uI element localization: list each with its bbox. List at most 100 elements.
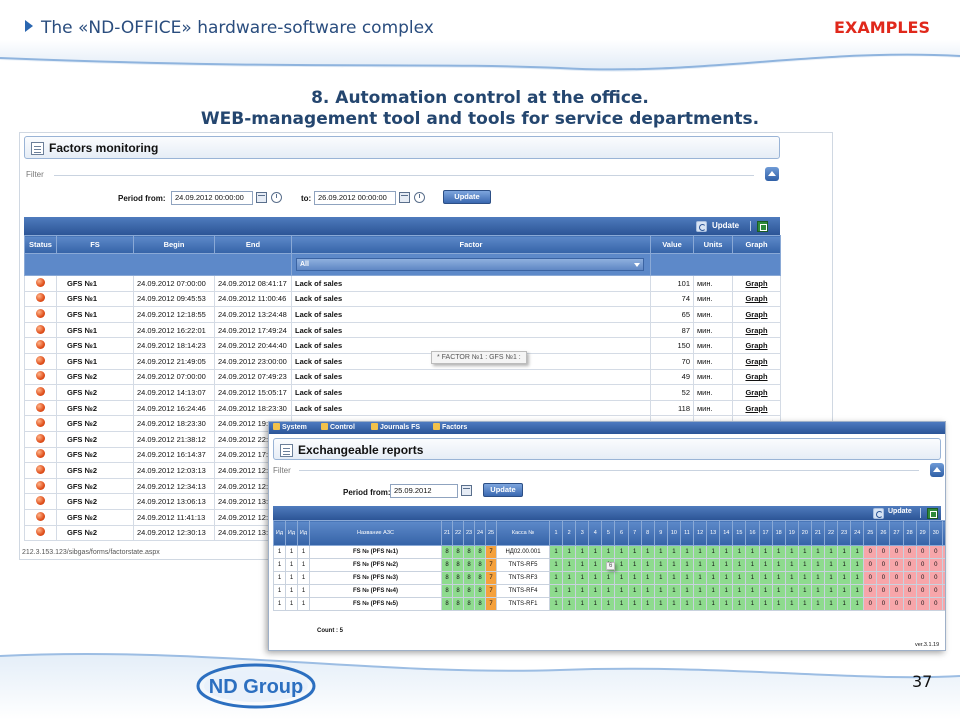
col-header-day[interactable]: 13 (706, 520, 721, 546)
col-header-kassa[interactable]: Касса № (496, 520, 550, 546)
clock-icon[interactable] (271, 192, 282, 203)
menu-system[interactable]: System (273, 423, 307, 431)
col-header-day[interactable]: 29 (915, 520, 930, 546)
col-header-day[interactable]: 25 (863, 520, 878, 546)
col-header-day[interactable]: 27 (889, 520, 904, 546)
calendar-icon[interactable] (399, 192, 410, 203)
col-header-day[interactable]: 24 (850, 520, 865, 546)
update-button[interactable]: Update (483, 483, 523, 497)
day-cell: 0 (889, 584, 904, 598)
calendar-icon[interactable] (256, 192, 267, 203)
calendar-icon[interactable] (461, 485, 472, 496)
col-end[interactable]: End (214, 235, 292, 254)
graph-cell[interactable]: Graph (732, 337, 781, 354)
table-row[interactable]: GFS №2 24.09.2012 16:24:46 24.09.2012 18:2… (24, 399, 781, 417)
col-header-left[interactable]: Ид (297, 520, 310, 546)
graph-cell[interactable]: Graph (732, 321, 781, 339)
graph-cell[interactable]: Graph (732, 275, 781, 292)
col-header-day[interactable]: 1 (548, 520, 564, 546)
col-status[interactable]: Status (24, 235, 57, 254)
col-header-mid[interactable]: 23 (463, 520, 475, 546)
table-row[interactable]: GFS №1 24.09.2012 09:45:53 24.09.2012 11:0… (24, 290, 781, 308)
col-factor[interactable]: Factor (291, 235, 651, 254)
period-from-input[interactable]: 24.09.2012 00:00:00 (171, 191, 253, 205)
menu-journals[interactable]: Journals FS (371, 423, 420, 431)
update-button[interactable]: Update (443, 190, 491, 204)
col-header-mid[interactable]: 24 (474, 520, 486, 546)
col-header-day[interactable]: 3 (575, 520, 590, 546)
col-header-day[interactable]: 14 (719, 520, 734, 546)
col-header-day[interactable]: 6 (614, 520, 629, 546)
col-header-day[interactable]: 12 (693, 520, 708, 546)
table-row[interactable]: GFS №1 24.09.2012 07:00:00 24.09.2012 08:4… (24, 275, 781, 292)
col-header-day[interactable]: 4 (588, 520, 603, 546)
col-begin[interactable]: Begin (133, 235, 215, 254)
col-header-day[interactable]: 8 (640, 520, 655, 546)
clock-icon[interactable] (414, 192, 425, 203)
col-header-left[interactable]: Название АЗС (309, 520, 442, 546)
excel-export-icon[interactable] (927, 508, 938, 519)
col-header-left[interactable]: Ид (285, 520, 298, 546)
table-row[interactable]: GFS №1 24.09.2012 21:49:05 24.09.2012 23:0… (24, 352, 781, 370)
toolbar-update-button[interactable]: Update (712, 221, 739, 230)
col-header-day[interactable]: 7 (627, 520, 642, 546)
col-value[interactable]: Value (650, 235, 694, 254)
table-row[interactable]: GFS №1 24.09.2012 12:18:55 24.09.2012 13:2… (24, 306, 781, 323)
col-graph[interactable]: Graph (732, 235, 781, 254)
col-header-day[interactable]: 20 (797, 520, 812, 546)
table-row[interactable]: 1 1 1 FS № (PFS №4) 8 8 8 8 7 TNTS-RF4 1 1 1 1 1 1 1 1 1 1 1… (273, 584, 945, 598)
period-to-input[interactable]: 26.09.2012 00:00:00 (314, 191, 396, 205)
col-header-day[interactable]: 19 (784, 520, 799, 546)
day-cell: 1 (588, 584, 603, 598)
collapse-filter-button[interactable] (930, 463, 944, 477)
excel-export-icon[interactable] (757, 221, 768, 232)
menu-control[interactable]: Control (321, 423, 355, 431)
table-row[interactable]: 1 1 1 FS № (PFS №5) 8 8 8 8 7 TNTS-RF1 1 1 1 1 1 1 1 1 1 1 1… (273, 597, 945, 611)
col-header-mid[interactable]: 21 (441, 520, 453, 546)
col-header-day[interactable]: 11 (679, 520, 695, 546)
col-header-day[interactable]: 2 (562, 520, 577, 546)
table-row[interactable]: GFS №2 24.09.2012 07:00:00 24.09.2012 07:4… (24, 368, 781, 386)
graph-cell[interactable]: Graph (732, 399, 781, 417)
graph-cell[interactable]: Graph (732, 306, 781, 323)
col-header-day[interactable]: 10 (666, 520, 681, 546)
mid-cell: 8 (452, 571, 464, 585)
col-header-day[interactable]: 18 (771, 520, 786, 546)
graph-cell[interactable]: Graph (732, 290, 781, 308)
col-header-day[interactable]: 30 (928, 520, 943, 546)
refresh-icon[interactable] (696, 221, 707, 232)
status-cell (24, 462, 57, 479)
collapse-filter-button[interactable] (765, 167, 779, 181)
refresh-icon[interactable] (873, 508, 884, 519)
period-from-input[interactable]: 25.09.2012 (390, 484, 458, 498)
graph-cell[interactable]: Graph (732, 368, 781, 386)
col-header-day[interactable]: 15 (732, 520, 747, 546)
day-cell: 1 (837, 558, 852, 572)
col-header-day[interactable]: 22 (823, 520, 839, 546)
table-row[interactable]: 1 1 1 FS № (PFS №1) 8 8 8 8 7 НД02.00.001 1 1 1 1 1 1 1 1… (273, 545, 945, 559)
col-header-day[interactable]: 9 (653, 520, 668, 546)
col-header-day[interactable]: 5 (601, 520, 616, 546)
col-fs[interactable]: FS (56, 235, 134, 254)
col-header-day[interactable]: 23 (837, 520, 852, 546)
col-header-day[interactable]: 21 (810, 520, 825, 546)
table-row[interactable]: GFS №1 24.09.2012 18:14:23 24.09.2012 20:4… (24, 337, 781, 354)
col-header-day[interactable]: 31 (941, 520, 945, 546)
col-header-day[interactable]: 28 (902, 520, 917, 546)
graph-cell[interactable]: Graph (732, 352, 781, 370)
col-header-left[interactable]: Ид (273, 520, 286, 546)
col-header-day[interactable]: 17 (758, 520, 773, 546)
col-header-mid[interactable]: 25 (485, 520, 497, 546)
factor-filter-select[interactable]: All (296, 258, 644, 271)
graph-cell[interactable]: Graph (732, 384, 781, 401)
menu-factors[interactable]: Factors (433, 423, 467, 431)
toolbar-update-button[interactable]: Update (888, 508, 912, 515)
col-header-day[interactable]: 26 (876, 520, 891, 546)
fs-cell: GFS №2 (56, 368, 134, 386)
table-row[interactable]: 1 1 1 FS № (PFS №3) 8 8 8 8 7 TNTS-RF3 1 1 1 1 1 1 1 1 1 1 1… (273, 571, 945, 585)
table-row[interactable]: GFS №2 24.09.2012 14:13:07 24.09.2012 15:0… (24, 384, 781, 401)
col-header-day[interactable]: 16 (745, 520, 760, 546)
col-units[interactable]: Units (693, 235, 733, 254)
col-header-mid[interactable]: 22 (452, 520, 464, 546)
table-row[interactable]: GFS №1 24.09.2012 16:22:01 24.09.2012 17:4… (24, 321, 781, 339)
